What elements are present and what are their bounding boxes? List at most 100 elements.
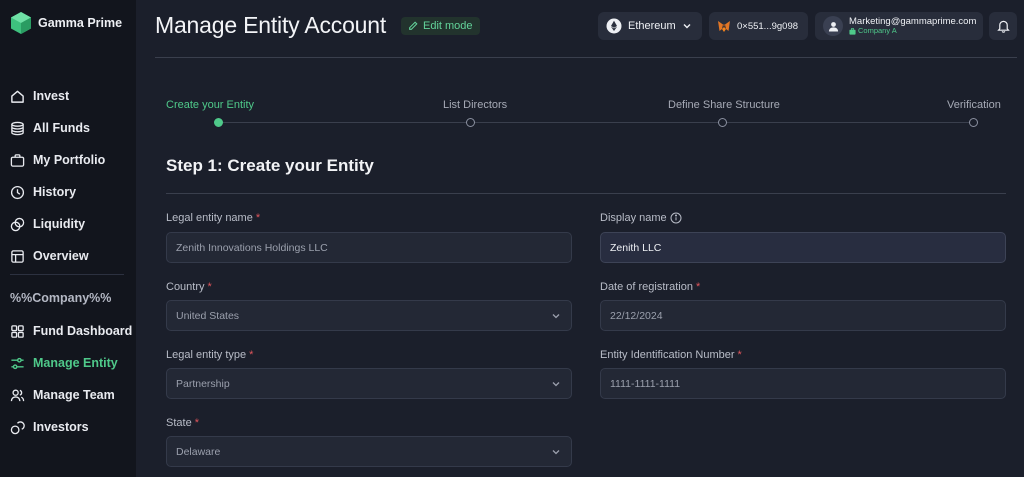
step-dot-2 — [466, 118, 475, 127]
legal-entity-type-select[interactable]: Partnership — [166, 368, 572, 399]
gamma-prime-logo-icon — [11, 12, 31, 34]
sidebar-divider — [10, 274, 124, 275]
chevron-down-icon — [552, 450, 560, 455]
sliders-icon — [11, 357, 24, 369]
chevron-down-icon — [552, 382, 560, 387]
pencil-icon — [409, 21, 418, 30]
stepper-track — [218, 122, 974, 123]
page-title: Manage Entity Account — [155, 12, 387, 38]
briefcase-icon — [849, 27, 856, 35]
entity-identification-number-field[interactable]: 1111-1111-1111 — [600, 368, 1006, 399]
ethereum-icon — [606, 18, 622, 34]
chevron-down-icon — [552, 314, 560, 319]
sidebar-item-manage-entity[interactable]: Manage Entity — [0, 347, 136, 379]
sidebar-item-label: Invest — [33, 89, 70, 103]
sidebar: Gamma Prime Invest All Funds My Portfoli… — [0, 0, 136, 477]
wallet-address: 0×551...9g098 — [737, 20, 799, 32]
info-icon[interactable] — [670, 212, 682, 224]
sidebar-item-invest[interactable]: Invest — [0, 80, 136, 112]
user-icon — [828, 21, 838, 32]
sidebar-item-fund-dashboard[interactable]: Fund Dashboard — [0, 315, 136, 347]
sidebar-item-history[interactable]: History — [0, 176, 136, 208]
legal-entity-name-value: Zenith Innovations Holdings LLC — [176, 241, 328, 254]
brand-logo[interactable]: Gamma Prime — [10, 11, 122, 35]
date-of-registration-label: Date of registration * — [600, 281, 700, 293]
date-of-registration-field[interactable]: 22/12/2024 — [600, 300, 1006, 331]
legal-entity-type-label: Legal entity type * — [166, 349, 253, 361]
sidebar-item-manage-team[interactable]: Manage Team — [0, 379, 136, 411]
field-label-text: Legal entity name — [166, 212, 253, 224]
step-define-share-structure[interactable]: Define Share Structure — [668, 99, 780, 111]
wallet-address-button[interactable]: 0×551...9g098 — [709, 12, 808, 40]
account-menu[interactable]: Marketing@gammaprime.com Company A — [815, 12, 983, 40]
step-dot-3 — [718, 118, 727, 127]
date-of-registration-value: 22/12/2024 — [610, 309, 663, 322]
required-marker: * — [194, 417, 199, 429]
state-label: State * — [166, 417, 199, 429]
sidebar-item-label: Liquidity — [33, 217, 86, 231]
required-marker: * — [255, 212, 261, 224]
required-marker: * — [207, 281, 212, 293]
home-icon — [11, 90, 24, 103]
required-marker: * — [695, 281, 701, 293]
sidebar-item-label: Fund Dashboard — [33, 324, 133, 338]
history-icon — [10, 185, 25, 199]
sidebar-item-liquidity[interactable]: Liquidity — [0, 208, 136, 240]
display-name-field[interactable]: Zenith LLC — [600, 232, 1006, 263]
step-dot-4 — [969, 118, 978, 127]
state-value: Delaware — [176, 445, 221, 458]
field-label-text: Country — [166, 281, 205, 293]
briefcase-icon — [10, 153, 25, 167]
header-divider — [155, 57, 1017, 58]
liquidity-icon — [10, 217, 25, 231]
field-label-text: Legal entity type — [166, 349, 247, 361]
network-label: Ethereum — [628, 20, 676, 32]
state-select[interactable]: Delaware — [166, 436, 572, 467]
sidebar-item-my-portfolio[interactable]: My Portfolio — [0, 144, 136, 176]
edit-mode-badge: Edit mode — [401, 17, 480, 35]
brand-name: Gamma Prime — [38, 16, 123, 30]
step-verification[interactable]: Verification — [947, 99, 1001, 111]
country-select[interactable]: United States — [166, 300, 572, 331]
sidebar-item-label: My Portfolio — [33, 153, 106, 167]
sidebar-item-label: History — [33, 185, 77, 199]
sidebar-section-label: %%Company%% — [10, 291, 112, 305]
sidebar-item-label: Overview — [33, 249, 89, 263]
step-list-directors[interactable]: List Directors — [443, 99, 507, 111]
sidebar-item-label: All Funds — [33, 121, 90, 135]
sidebar-item-overview[interactable]: Overview — [0, 240, 136, 272]
required-marker: * — [737, 349, 742, 361]
field-label-text: State — [166, 417, 192, 429]
main-nav: Invest All Funds My Portfolio History Li… — [0, 80, 136, 272]
sidebar-item-label: Manage Team — [33, 388, 115, 402]
entity-identification-number-value: 1111-1111-1111 — [610, 377, 681, 390]
team-icon — [10, 388, 25, 401]
company-nav: Fund Dashboard Manage Entity Manage Team… — [0, 315, 136, 443]
notifications-button[interactable] — [989, 12, 1017, 40]
form-title: Step 1: Create your Entity — [166, 156, 374, 175]
field-label-text: Display name — [600, 212, 667, 224]
chevron-down-icon — [683, 24, 691, 29]
legal-entity-name-field[interactable]: Zenith Innovations Holdings LLC — [166, 232, 572, 263]
display-name-value: Zenith LLC — [610, 241, 662, 254]
overview-icon — [11, 249, 24, 263]
country-label: Country * — [166, 281, 212, 293]
sidebar-item-investors[interactable]: Investors — [0, 411, 136, 443]
display-name-label: Display name — [600, 212, 682, 224]
field-label-text: Entity Identification Number — [600, 349, 735, 361]
required-marker: * — [249, 349, 254, 361]
sidebar-item-label: Investors — [33, 420, 89, 434]
edit-mode-label: Edit mode — [423, 20, 473, 32]
sidebar-item-label: Manage Entity — [33, 356, 118, 370]
step-dot-1 — [214, 118, 223, 127]
legal-entity-type-value: Partnership — [176, 377, 230, 390]
coins-icon — [11, 121, 24, 135]
step-create-entity[interactable]: Create your Entity — [166, 99, 254, 111]
network-selector[interactable]: Ethereum — [598, 12, 702, 40]
account-company: Company A — [849, 26, 976, 35]
sidebar-item-all-funds[interactable]: All Funds — [0, 112, 136, 144]
grid-icon — [11, 324, 24, 338]
investors-icon — [10, 420, 25, 434]
metamask-fox-icon — [718, 20, 730, 32]
field-label-text: Date of registration — [600, 281, 693, 293]
